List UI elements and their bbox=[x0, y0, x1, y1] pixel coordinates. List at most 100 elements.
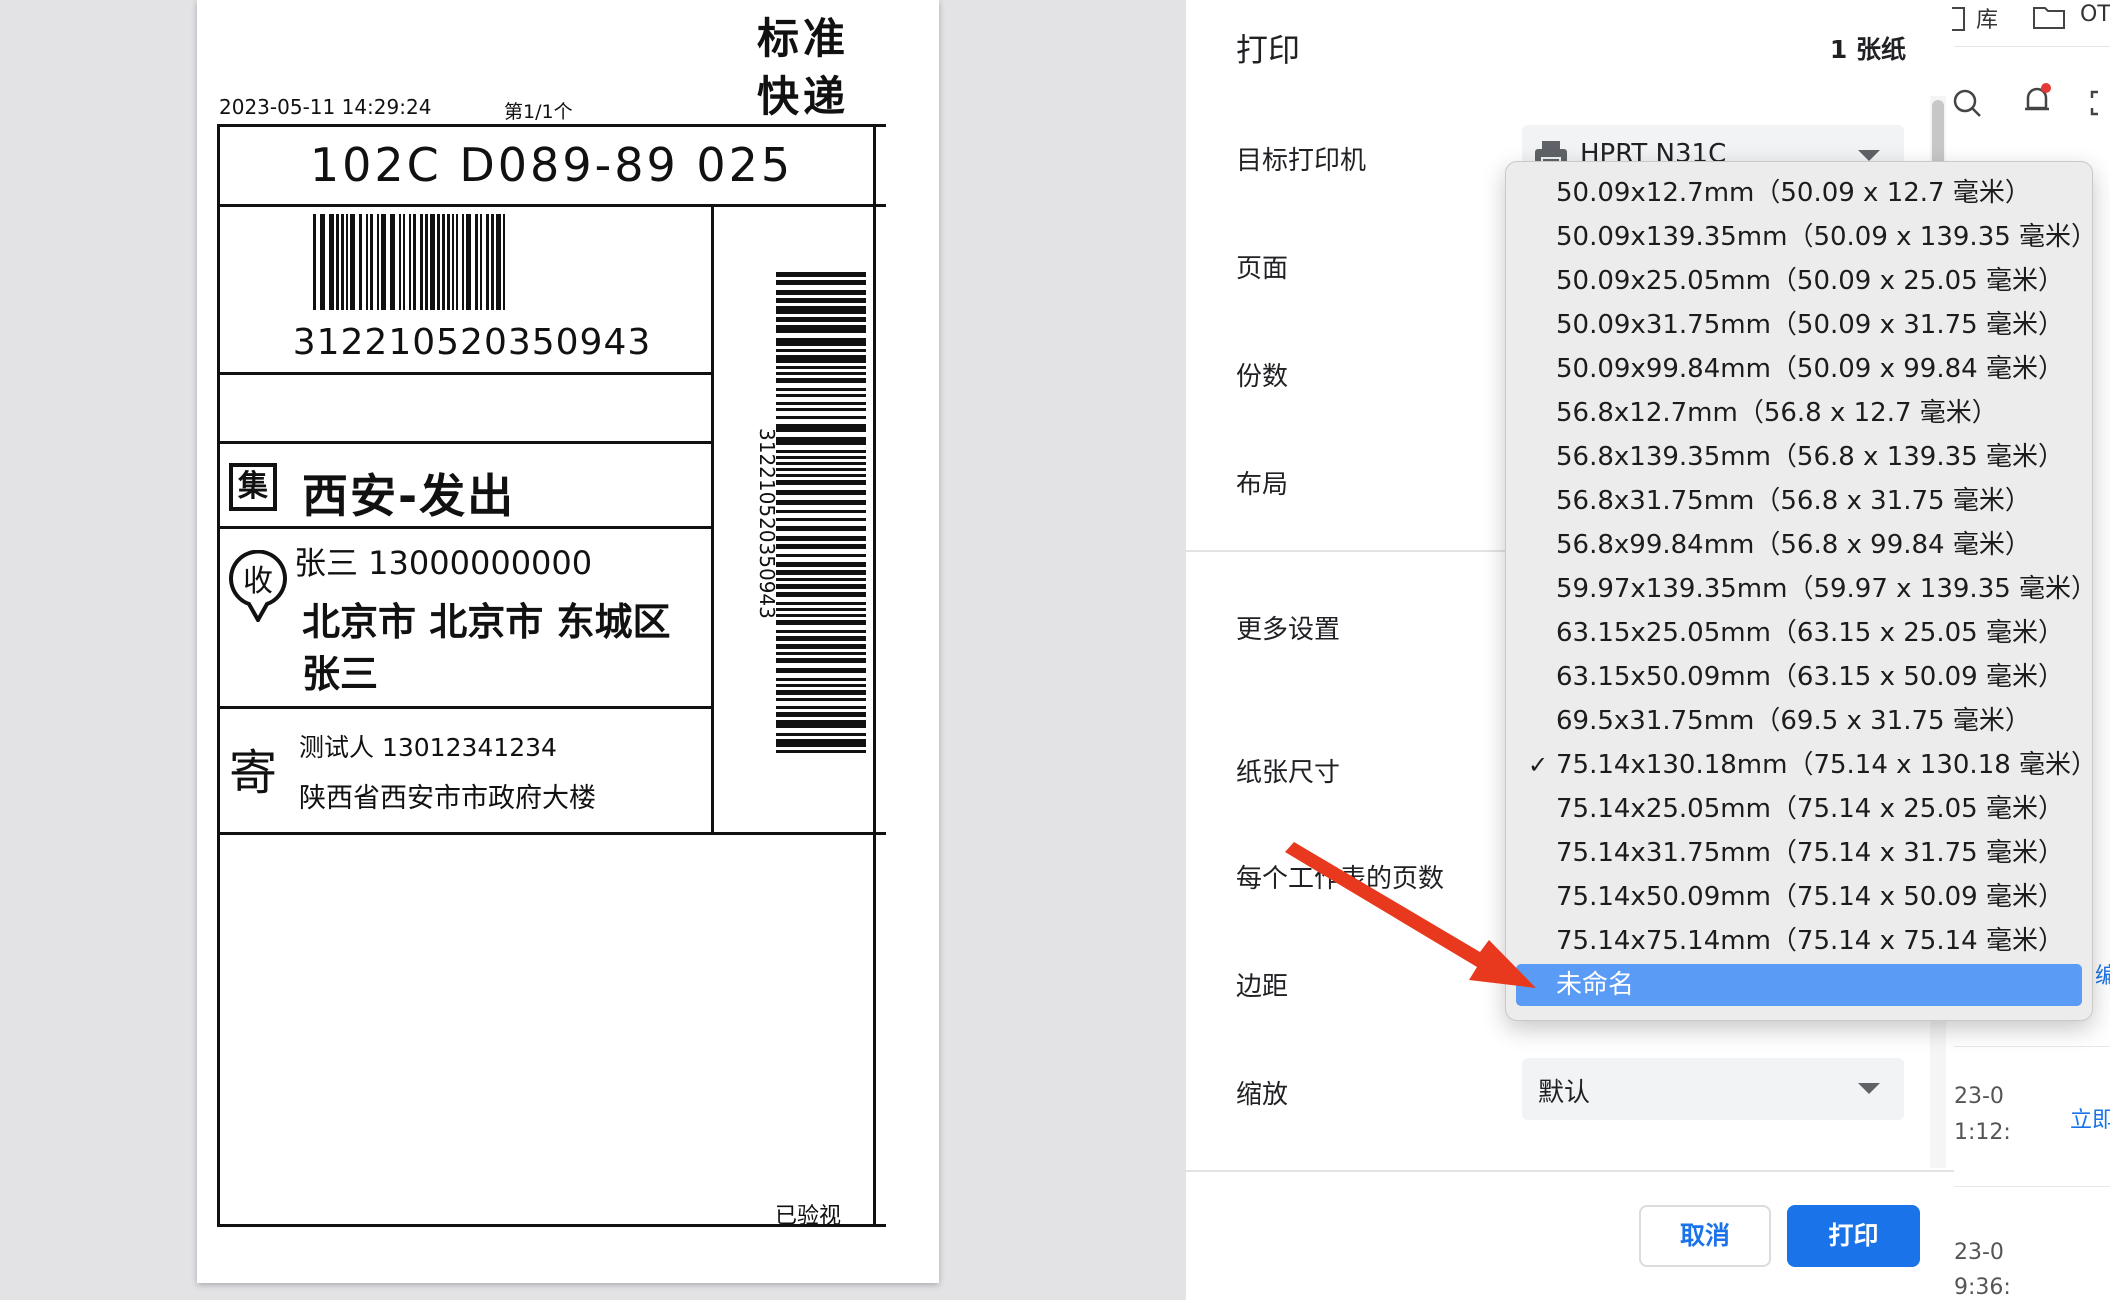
side-edit-link[interactable]: 编 bbox=[2095, 958, 2110, 990]
barcode-bar bbox=[466, 214, 471, 310]
barcode-bar bbox=[776, 474, 866, 477]
layout-label: 布局 bbox=[1236, 470, 1289, 500]
barcode-bar bbox=[776, 608, 866, 611]
barcode-bar bbox=[776, 372, 866, 375]
paper-size-option-label: 63.15x25.05mm（63.15 x 25.05 毫米） bbox=[1556, 618, 2064, 648]
paper-size-option[interactable]: 50.09x12.7mm（50.09 x 12.7 毫米） bbox=[1516, 172, 2082, 214]
paper-size-option[interactable]: 69.5x31.75mm（69.5 x 31.75 毫米） bbox=[1516, 700, 2082, 742]
label-line bbox=[217, 204, 886, 207]
paper-size-option[interactable]: 56.8x12.7mm（56.8 x 12.7 毫米） bbox=[1516, 392, 2082, 434]
paper-size-option-label: 50.09x99.84mm（50.09 x 99.84 毫米） bbox=[1556, 354, 2064, 384]
receive-pin-icon: 收 bbox=[229, 550, 287, 622]
paper-size-option[interactable]: 50.09x139.35mm（50.09 x 139.35 毫米） bbox=[1516, 216, 2092, 258]
paper-size-option[interactable]: 75.14x50.09mm（75.14 x 50.09 毫米） bbox=[1516, 876, 2082, 918]
barcode-bar bbox=[456, 214, 458, 310]
barcode-bar bbox=[776, 272, 866, 277]
fullscreen-icon[interactable] bbox=[2090, 90, 2110, 116]
barcode-bar bbox=[776, 706, 866, 709]
paper-size-option[interactable]: 56.8x139.35mm（56.8 x 139.35 毫米） bbox=[1516, 436, 2082, 478]
label-line bbox=[217, 441, 713, 444]
label-line bbox=[217, 124, 220, 1227]
more-settings-toggle[interactable]: 更多设置 bbox=[1236, 609, 1340, 646]
barcode-bar bbox=[776, 510, 866, 513]
barcode-bar bbox=[776, 750, 866, 753]
barcode-bar bbox=[776, 490, 866, 495]
barcode-bar bbox=[420, 214, 423, 310]
paper-size-option[interactable]: 63.15x25.05mm（63.15 x 25.05 毫米） bbox=[1516, 612, 2082, 654]
paper-size-option[interactable]: 50.09x25.05mm（50.09 x 25.05 毫米） bbox=[1516, 260, 2082, 302]
barcode-bar bbox=[776, 620, 866, 625]
barcode-bar bbox=[313, 214, 316, 310]
paper-size-option[interactable]: 56.8x99.84mm（56.8 x 99.84 毫米） bbox=[1516, 524, 2082, 566]
barcode-bar bbox=[776, 658, 866, 663]
label-line bbox=[217, 832, 886, 835]
label-line bbox=[711, 204, 714, 834]
barcode-bar bbox=[776, 394, 866, 397]
paper-size-option[interactable]: 50.09x99.84mm（50.09 x 99.84 毫米） bbox=[1516, 348, 2082, 390]
barcode-bar bbox=[350, 214, 355, 310]
barcode-bar bbox=[776, 416, 866, 419]
barcode-bar bbox=[776, 437, 866, 445]
pages-label: 页面 bbox=[1236, 254, 1289, 284]
barcode-bar bbox=[381, 214, 386, 310]
barcode-bar bbox=[491, 214, 494, 310]
paper-size-option[interactable]: 50.09x31.75mm（50.09 x 31.75 毫米） bbox=[1516, 304, 2082, 346]
search-icon[interactable] bbox=[1952, 88, 1982, 118]
barcode-bar bbox=[336, 214, 339, 310]
barcode-bar bbox=[409, 214, 411, 310]
barcode-bar bbox=[776, 298, 866, 303]
paper-size-option[interactable]: 63.15x50.09mm（63.15 x 50.09 毫米） bbox=[1516, 656, 2082, 698]
paper-size-option-label: 56.8x99.84mm（56.8 x 99.84 毫米） bbox=[1556, 530, 2031, 560]
barcode-bar bbox=[776, 325, 866, 333]
route-code: 102C D089-89 025 bbox=[309, 138, 794, 192]
barcode-bar bbox=[776, 544, 866, 549]
scale-select[interactable]: 默认 bbox=[1522, 1058, 1904, 1120]
paper-size-option[interactable]: ✓ 75.14x130.18mm（75.14 x 130.18 毫米） bbox=[1516, 744, 2092, 786]
tracking-number: 312210520350943 bbox=[292, 322, 652, 363]
label-line bbox=[873, 124, 876, 1227]
barcode-bar bbox=[413, 214, 416, 310]
bell-icon[interactable] bbox=[2020, 82, 2054, 118]
row-time: 23-0 bbox=[1954, 1240, 2004, 1265]
send-badge: 寄 bbox=[229, 745, 278, 801]
row-time: 23-0 bbox=[1954, 1084, 2004, 1109]
row-separator bbox=[1954, 1186, 2110, 1187]
sender-name-phone: 测试人 13012341234 bbox=[299, 733, 557, 762]
barcode-bar bbox=[776, 338, 866, 346]
barcode-bar bbox=[776, 578, 866, 581]
printer-label: 目标打印机 bbox=[1236, 146, 1367, 176]
label-line bbox=[217, 124, 886, 127]
toolbar-item-library[interactable]: 库 bbox=[1976, 2, 1998, 34]
barcode-bar bbox=[776, 456, 866, 459]
label-page-number: 第1/1个 bbox=[504, 101, 573, 123]
barcode-bar bbox=[447, 214, 450, 310]
barcode-bar bbox=[776, 290, 866, 295]
barcode-bar bbox=[341, 214, 344, 310]
barcode-bar bbox=[366, 214, 368, 310]
paper-size-option[interactable]: 59.97x139.35mm（59.97 x 139.35 毫米） bbox=[1516, 568, 2092, 610]
barcode-bar bbox=[475, 214, 478, 310]
paper-size-option[interactable]: 75.14x31.75mm（75.14 x 31.75 毫米） bbox=[1516, 832, 2082, 874]
barcode-bar bbox=[776, 378, 866, 383]
paper-size-option[interactable]: 75.14x75.14mm（75.14 x 75.14 毫米） bbox=[1516, 920, 2082, 962]
paper-size-option[interactable]: 未命名 bbox=[1516, 964, 2082, 1006]
barcode-bar bbox=[776, 614, 866, 617]
barcode-bar bbox=[776, 668, 866, 673]
paper-size-option-label: 63.15x50.09mm（63.15 x 50.09 毫米） bbox=[1556, 662, 2064, 692]
barcode-bar bbox=[437, 214, 440, 310]
barcode-bar bbox=[776, 698, 866, 701]
barcode-bar bbox=[776, 366, 866, 369]
barcode-bar bbox=[425, 214, 428, 310]
label-line bbox=[217, 526, 713, 529]
row-time: 9:36: bbox=[1954, 1275, 2011, 1300]
cancel-button[interactable]: 取消 bbox=[1639, 1205, 1771, 1267]
footer-divider bbox=[1186, 1170, 1954, 1172]
toolbar-item-ot[interactable]: OT bbox=[2080, 2, 2110, 27]
paper-size-option[interactable]: 56.8x31.75mm（56.8 x 31.75 毫米） bbox=[1516, 480, 2082, 522]
paper-size-option[interactable]: 75.14x25.05mm（75.14 x 25.05 毫米） bbox=[1516, 788, 2082, 830]
horizontal-barcode bbox=[313, 214, 505, 310]
print-button[interactable]: 打印 bbox=[1787, 1205, 1920, 1267]
paper-size-menu[interactable]: 50.09x12.7mm（50.09 x 12.7 毫米） 50.09x139.3… bbox=[1505, 161, 2093, 1021]
row-action-link[interactable]: 立即 bbox=[2070, 1102, 2110, 1134]
scrollbar-thumb[interactable] bbox=[1932, 100, 1944, 170]
